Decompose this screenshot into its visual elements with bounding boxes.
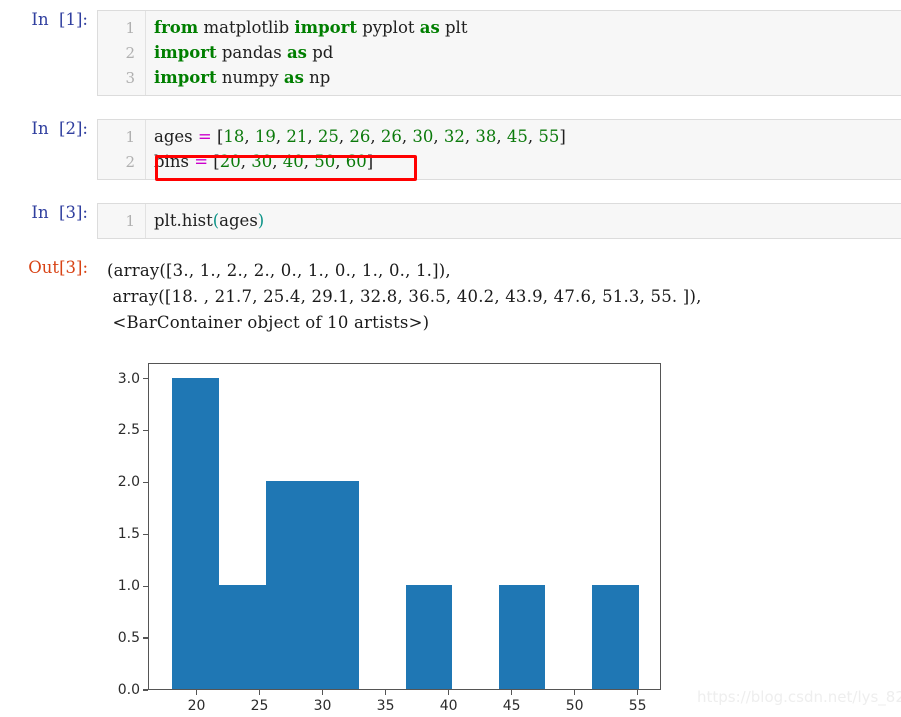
code-line: 1 from matplotlib import pyplot as plt bbox=[98, 15, 901, 40]
code-cell-2[interactable]: In [2]: 1 ages = [18, 19, 21, 25, 26, 26, … bbox=[0, 119, 901, 180]
x-tick-mark bbox=[321, 690, 324, 695]
histogram-bar bbox=[592, 585, 639, 689]
histogram-bar bbox=[172, 377, 219, 689]
histogram-figure: 0.0 0.5 1.0 1.5 2.0 2.5 3.0 20 25 30 35 40 45 50 55 bbox=[0, 350, 901, 717]
code-text: import numpy as np bbox=[154, 68, 331, 87]
x-tick-mark bbox=[510, 690, 513, 695]
input-prompt-2: In [2]: bbox=[31, 119, 88, 138]
line-number: 1 bbox=[125, 128, 135, 146]
code-text: import pandas as pd bbox=[154, 43, 334, 62]
code-line: 3 import numpy as np bbox=[98, 65, 901, 90]
y-tick-label: 0.0 bbox=[117, 682, 140, 698]
line-number: 2 bbox=[125, 153, 135, 171]
code-editor-1[interactable]: 1 from matplotlib import pyplot as plt 2 im… bbox=[97, 10, 901, 96]
code-editor-3[interactable]: 1 plt.hist(ages) bbox=[97, 203, 901, 239]
code-cell-1[interactable]: In [1]: 1 from matplotlib import pyplot as… bbox=[0, 10, 901, 96]
x-tick-mark bbox=[637, 690, 639, 695]
histogram-bar bbox=[218, 585, 266, 689]
y-tick-label: 1.0 bbox=[117, 578, 140, 595]
x-tick-label: 20 bbox=[187, 698, 206, 714]
chart-axes-frame bbox=[148, 363, 661, 690]
y-tick-mark bbox=[143, 429, 148, 432]
code-line: 1 plt.hist(ages) bbox=[98, 208, 901, 233]
y-tick-label: 3.0 bbox=[117, 370, 140, 387]
histogram-bar bbox=[498, 585, 546, 689]
y-tick-mark bbox=[143, 533, 148, 535]
y-tick-label: 2.5 bbox=[117, 422, 140, 439]
x-tick-mark bbox=[384, 690, 387, 695]
input-prompt-1: In [1]: bbox=[31, 10, 88, 29]
x-tick-label: 30 bbox=[313, 698, 332, 714]
code-cell-3[interactable]: In [3]: 1 plt.hist(ages) bbox=[0, 203, 901, 239]
watermark-text: https://blog.csdn.net/lys_828 bbox=[697, 688, 901, 706]
code-text: ages = [18, 19, 21, 25, 26, 26, 30, 32, … bbox=[154, 127, 566, 146]
histogram-bar bbox=[312, 481, 359, 689]
y-tick-mark bbox=[143, 481, 148, 484]
y-tick-mark bbox=[143, 689, 148, 691]
x-tick-mark bbox=[195, 690, 198, 695]
histogram-bar bbox=[265, 481, 313, 689]
output-text: (array([3., 1., 2., 2., 0., 1., 0., 1., … bbox=[107, 261, 702, 332]
code-text: bins = [20, 30, 40, 50, 60] bbox=[154, 152, 374, 171]
x-tick-mark bbox=[574, 690, 576, 695]
x-tick-mark bbox=[447, 690, 450, 695]
x-tick-mark bbox=[258, 690, 261, 695]
code-line: 2 import pandas as pd bbox=[98, 40, 901, 65]
code-line: 1 ages = [18, 19, 21, 25, 26, 26, 30, 32,… bbox=[98, 124, 901, 149]
x-tick-label: 40 bbox=[439, 698, 458, 714]
code-editor-2[interactable]: 1 ages = [18, 19, 21, 25, 26, 26, 30, 32,… bbox=[97, 119, 901, 180]
x-tick-label: 50 bbox=[565, 698, 584, 714]
y-tick-mark bbox=[143, 585, 148, 587]
chart-bars bbox=[149, 364, 660, 689]
y-tick-label: 0.5 bbox=[117, 630, 140, 647]
gutter-divider bbox=[145, 204, 146, 238]
x-tick-label: 25 bbox=[250, 698, 269, 714]
code-line: 2 bins = [20, 30, 40, 50, 60] bbox=[98, 149, 901, 174]
gutter-divider bbox=[145, 120, 146, 179]
code-text: from matplotlib import pyplot as plt bbox=[154, 18, 468, 37]
x-tick-label: 45 bbox=[502, 698, 521, 714]
histogram-bar bbox=[405, 585, 453, 689]
line-number: 3 bbox=[125, 69, 135, 87]
line-number: 2 bbox=[125, 44, 135, 62]
input-prompt-3: In [3]: bbox=[31, 203, 88, 222]
y-tick-mark bbox=[143, 637, 148, 639]
x-tick-label: 55 bbox=[628, 698, 647, 714]
x-tick-label: 35 bbox=[376, 698, 395, 714]
y-tick-mark bbox=[143, 377, 148, 380]
gutter-divider bbox=[145, 11, 146, 95]
output-prompt: Out[3]: bbox=[28, 258, 88, 277]
y-tick-label: 2.0 bbox=[117, 474, 140, 491]
code-text: plt.hist(ages) bbox=[154, 211, 265, 230]
line-number: 1 bbox=[125, 19, 135, 37]
line-number: 1 bbox=[125, 212, 135, 230]
y-tick-label: 1.5 bbox=[117, 526, 140, 543]
output-cell: Out[3]: (array([3., 1., 2., 2., 0., 1., 0… bbox=[0, 258, 901, 336]
